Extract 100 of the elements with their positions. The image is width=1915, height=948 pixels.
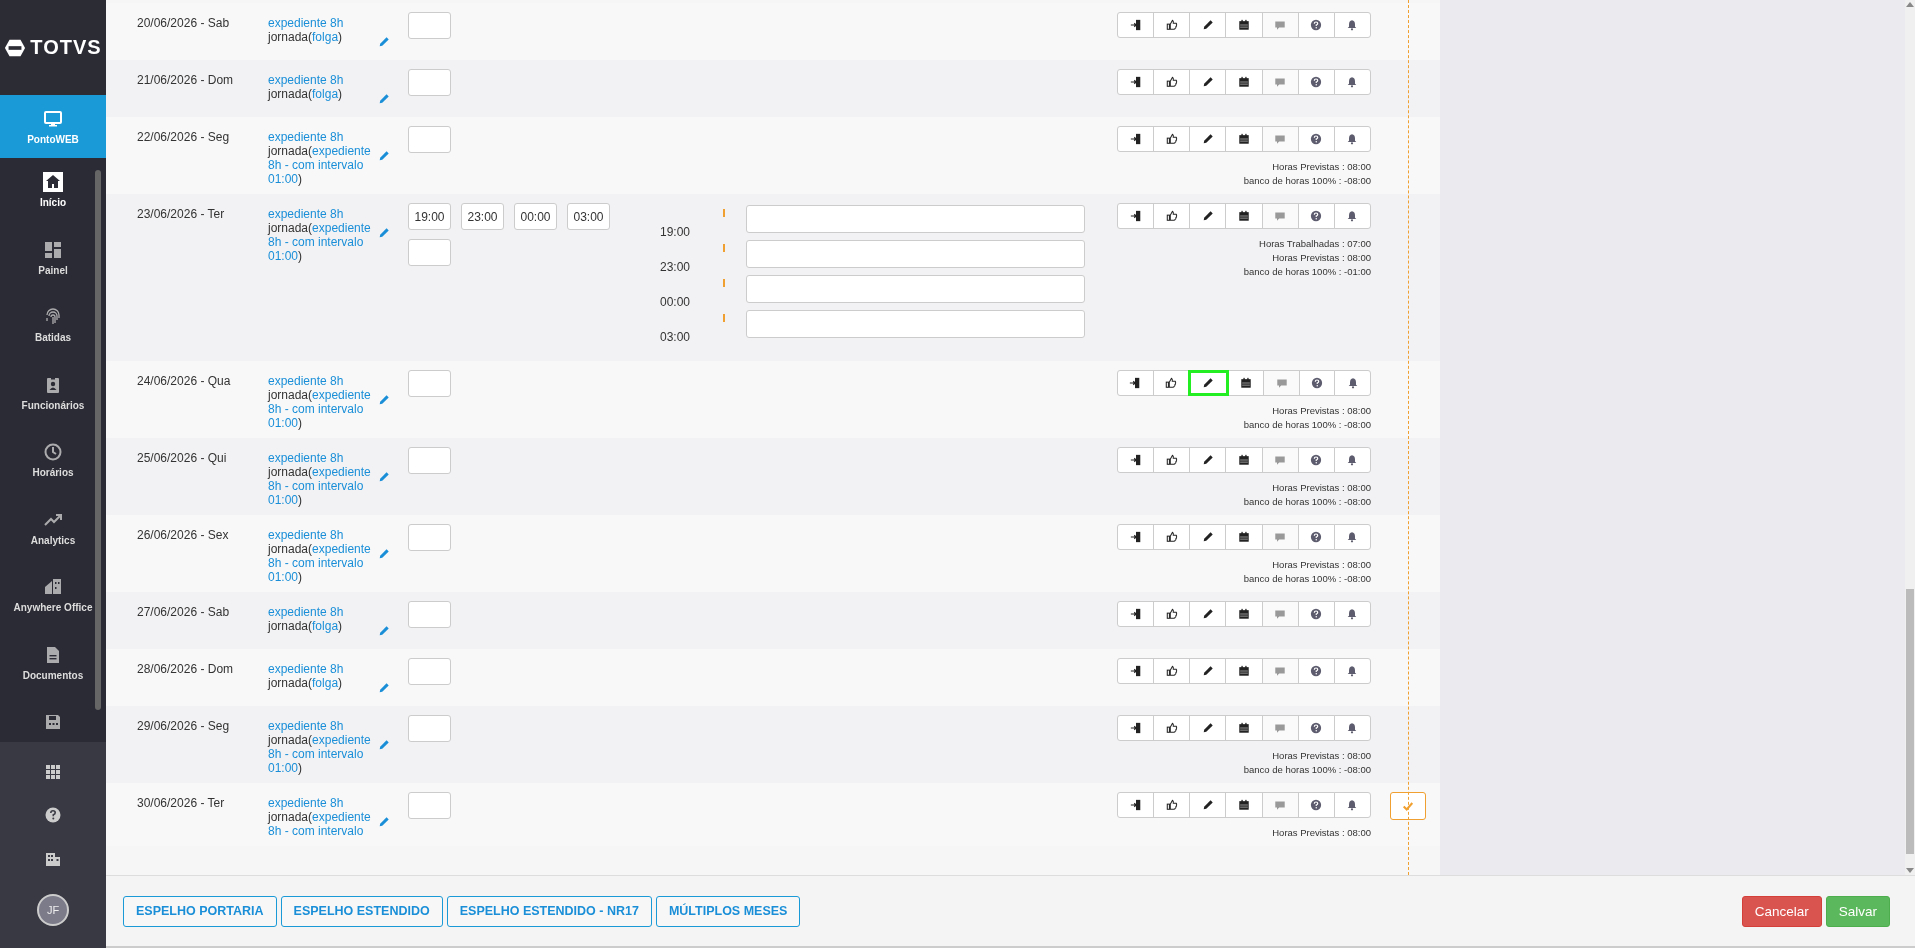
- shift-link[interactable]: folga: [312, 676, 339, 690]
- shift-link[interactable]: expediente: [312, 388, 371, 402]
- shift-link[interactable]: folga: [312, 87, 339, 101]
- question-button[interactable]: [1297, 601, 1335, 627]
- schedule-link[interactable]: expediente 8h: [268, 719, 344, 733]
- calendar-button[interactable]: [1225, 12, 1263, 38]
- bell-button[interactable]: [1333, 792, 1371, 818]
- time-field[interactable]: [408, 126, 451, 153]
- pencil-icon[interactable]: [378, 227, 390, 239]
- pencil-icon[interactable]: [378, 394, 390, 406]
- nav-item[interactable]: Horários: [0, 442, 106, 510]
- note-field[interactable]: [746, 240, 1085, 268]
- shift-link[interactable]: folga: [312, 30, 339, 44]
- shift-link[interactable]: expediente: [312, 221, 371, 235]
- shift-link[interactable]: 8h - com intervalo: [268, 747, 364, 761]
- signin-button[interactable]: [1117, 12, 1155, 38]
- shift-link[interactable]: 8h - com intervalo: [268, 402, 364, 416]
- signin-button[interactable]: [1117, 658, 1155, 684]
- schedule-link[interactable]: expediente 8h: [268, 374, 344, 388]
- shift-link[interactable]: 8h - com intervalo: [268, 158, 364, 172]
- shift-link[interactable]: expediente: [312, 810, 371, 824]
- calendar-button[interactable]: [1225, 601, 1263, 627]
- pencil-icon[interactable]: [378, 36, 390, 48]
- question-button[interactable]: [1297, 792, 1335, 818]
- question-button[interactable]: [1297, 69, 1335, 95]
- bell-button[interactable]: [1333, 601, 1371, 627]
- bell-button[interactable]: [1333, 69, 1371, 95]
- schedule-link[interactable]: expediente 8h: [268, 796, 344, 810]
- apps-grid-icon[interactable]: [45, 763, 61, 780]
- schedule-link[interactable]: expediente 8h: [268, 207, 344, 221]
- question-button[interactable]: [1297, 715, 1335, 741]
- edit-button[interactable]: [1189, 203, 1227, 229]
- schedule-link[interactable]: expediente 8h: [268, 451, 344, 465]
- signin-button[interactable]: [1117, 203, 1155, 229]
- pencil-icon[interactable]: [378, 625, 390, 637]
- shift-link[interactable]: 01:00: [268, 249, 299, 263]
- question-button[interactable]: [1297, 203, 1335, 229]
- time-field[interactable]: [408, 69, 451, 96]
- calendar-button[interactable]: [1225, 69, 1263, 95]
- report-button[interactable]: ESPELHO PORTARIA: [123, 895, 277, 927]
- nav-item[interactable]: Anywhere Office: [0, 577, 106, 645]
- signin-button[interactable]: [1117, 601, 1155, 627]
- report-button[interactable]: ESPELHO ESTENDIDO: [280, 895, 443, 927]
- shift-link[interactable]: expediente: [312, 542, 371, 556]
- scrollbar-thumb[interactable]: [1906, 589, 1914, 855]
- time-field[interactable]: 19:00: [408, 203, 451, 230]
- time-field[interactable]: [408, 370, 451, 397]
- pencil-icon[interactable]: [378, 548, 390, 560]
- save-button[interactable]: Salvar: [1825, 895, 1890, 927]
- nav-item[interactable]: Analytics: [0, 509, 106, 577]
- thumb-button[interactable]: [1153, 126, 1191, 152]
- building-icon[interactable]: [45, 850, 61, 867]
- signin-button[interactable]: [1117, 370, 1154, 396]
- pencil-icon[interactable]: [378, 739, 390, 751]
- schedule-link[interactable]: expediente 8h: [268, 528, 344, 542]
- edit-button[interactable]: [1189, 69, 1227, 95]
- calendar-button[interactable]: [1225, 658, 1263, 684]
- calendar-button[interactable]: [1225, 792, 1263, 818]
- edit-button[interactable]: [1189, 126, 1227, 152]
- pencil-icon[interactable]: [378, 682, 390, 694]
- calendar-button[interactable]: [1225, 126, 1263, 152]
- pencil-icon[interactable]: [378, 816, 390, 828]
- calendar-button[interactable]: [1225, 447, 1263, 473]
- time-field[interactable]: [408, 715, 451, 742]
- thumb-button[interactable]: [1153, 447, 1191, 473]
- nav-item[interactable]: Início: [0, 172, 106, 240]
- time-field[interactable]: [408, 12, 451, 39]
- calendar-button[interactable]: [1225, 203, 1263, 229]
- note-field[interactable]: [746, 275, 1085, 303]
- edit-button[interactable]: [1189, 447, 1227, 473]
- question-button[interactable]: [1297, 12, 1335, 38]
- note-field[interactable]: [746, 310, 1085, 338]
- schedule-link[interactable]: expediente 8h: [268, 73, 344, 87]
- edit-button[interactable]: [1189, 715, 1227, 741]
- time-field[interactable]: 00:00: [514, 203, 557, 230]
- edit-button[interactable]: [1189, 601, 1227, 627]
- time-field[interactable]: [408, 239, 451, 266]
- shift-link[interactable]: expediente: [312, 465, 371, 479]
- report-button[interactable]: ESPELHO ESTENDIDO - NR17: [446, 895, 652, 927]
- bell-button[interactable]: [1333, 715, 1371, 741]
- bell-button[interactable]: [1333, 658, 1371, 684]
- pencil-icon[interactable]: [378, 471, 390, 483]
- shift-link[interactable]: 01:00: [268, 761, 299, 775]
- edit-button[interactable]: [1189, 12, 1227, 38]
- signin-button[interactable]: [1117, 715, 1155, 741]
- time-field[interactable]: 23:00: [461, 203, 504, 230]
- thumb-button[interactable]: [1153, 69, 1191, 95]
- time-field[interactable]: [408, 792, 451, 819]
- signin-button[interactable]: [1117, 126, 1155, 152]
- question-button[interactable]: [1297, 524, 1335, 550]
- shift-link[interactable]: 01:00: [268, 570, 299, 584]
- bell-button[interactable]: [1333, 12, 1371, 38]
- nav-item[interactable]: Documentos: [0, 644, 106, 712]
- bell-button[interactable]: [1333, 126, 1371, 152]
- edit-button[interactable]: [1189, 792, 1227, 818]
- bell-button[interactable]: [1333, 524, 1371, 550]
- bell-button[interactable]: [1333, 447, 1371, 473]
- thumb-button[interactable]: [1153, 203, 1191, 229]
- thumb-button[interactable]: [1153, 601, 1191, 627]
- schedule-link[interactable]: expediente 8h: [268, 662, 344, 676]
